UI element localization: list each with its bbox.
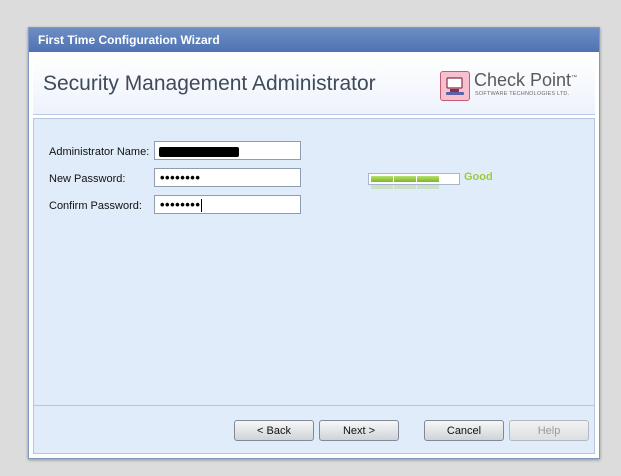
text-caret [201, 199, 203, 213]
wizard-header: Security Management Administrator Check … [33, 56, 595, 115]
new-password-value: •••••••• [160, 170, 201, 185]
password-strength-meter [368, 173, 460, 185]
logo-subtitle: SOFTWARE TECHNOLOGIES LTD. [475, 91, 570, 97]
confirm-password-label: Confirm Password: [49, 200, 142, 212]
check-point-logo: Check Point™ SOFTWARE TECHNOLOGIES LTD. [440, 69, 590, 101]
wizard-window: First Time Configuration Wizard Security… [28, 27, 600, 459]
back-button[interactable]: < Back [234, 420, 314, 441]
form-panel: Administrator Name: New Password: ••••••… [33, 118, 595, 406]
strength-segment [371, 176, 393, 182]
cancel-button[interactable]: Cancel [424, 420, 504, 441]
title-bar[interactable]: First Time Configuration Wizard [29, 28, 599, 52]
logo-name: Check Point [474, 70, 572, 90]
help-button[interactable]: Help [509, 420, 589, 441]
page-title: Security Management Administrator [43, 72, 376, 95]
logo-trademark: ™ [571, 75, 578, 81]
redacted-name-mask [159, 147, 239, 157]
strength-segment [417, 176, 439, 182]
confirm-password-input[interactable]: •••••••• [154, 195, 301, 214]
administrator-name-input[interactable] [154, 141, 301, 160]
confirm-password-value: •••••••• [160, 197, 201, 212]
password-strength-label: Good [464, 171, 493, 183]
new-password-input[interactable]: •••••••• [154, 168, 301, 187]
administrator-name-label: Administrator Name: [49, 146, 150, 158]
new-password-label: New Password: [49, 173, 126, 185]
strength-segment [394, 176, 416, 182]
window-title: First Time Configuration Wizard [38, 33, 220, 47]
check-point-logo-icon [440, 71, 470, 101]
next-button[interactable]: Next > [319, 420, 399, 441]
strength-meter-reflection [368, 185, 460, 191]
button-bar: < Back Next > Cancel Help [33, 406, 595, 454]
